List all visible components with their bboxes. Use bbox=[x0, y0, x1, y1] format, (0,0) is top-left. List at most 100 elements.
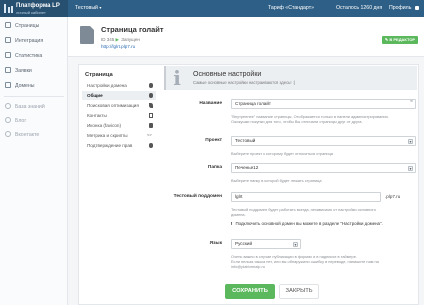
code-icon: <> bbox=[147, 132, 152, 137]
subdomain-label: Тестовый поддомен bbox=[173, 194, 222, 199]
rocket-icon bbox=[148, 103, 153, 108]
sidebar-item-domains[interactable]: Домены bbox=[0, 79, 68, 92]
menu-item-label: Контакты bbox=[87, 113, 107, 118]
brand-name: Платформа LP bbox=[16, 3, 60, 9]
brand[interactable]: Платформа LP личный кабинет bbox=[0, 0, 68, 17]
page-header: Страница голайт ID 345 ▶ Запущен http://… bbox=[68, 17, 424, 57]
language-help: Очень важно в случае публикации в формах… bbox=[231, 254, 379, 269]
page-url-link[interactable]: http://lglrt.plp7.ru bbox=[101, 44, 135, 49]
status-badge: Запущен bbox=[121, 37, 140, 42]
menu-item-general[interactable]: Общие bbox=[82, 91, 156, 100]
menu-item-seo[interactable]: Поисковая оптимизация bbox=[82, 101, 156, 110]
help-line: Ожокушки покупки для того, чтобы Вы отли… bbox=[231, 119, 363, 124]
chevron-down-icon: ▾ bbox=[408, 139, 413, 144]
integration-icon bbox=[5, 37, 11, 43]
help-line: Выберите проект к которому будет относит… bbox=[231, 151, 333, 156]
dot-icon bbox=[148, 143, 153, 148]
chevron-down-icon: ▾ bbox=[293, 242, 298, 247]
mail-icon bbox=[148, 113, 153, 118]
info-icon: i bbox=[173, 66, 181, 90]
menu-item-label: Метрика и скрипты bbox=[87, 133, 128, 138]
brand-subtitle: личный кабинет bbox=[16, 10, 46, 15]
section-header: i Основные настройки Самые основные наст… bbox=[164, 66, 417, 90]
folder-label: Папка bbox=[207, 165, 222, 170]
domains-icon bbox=[5, 82, 11, 88]
open-editor-button[interactable]: ✎ В РЕДАКТОР bbox=[382, 36, 418, 44]
close-button[interactable]: ЗАКРЫТЬ bbox=[279, 284, 319, 299]
vk-icon bbox=[5, 131, 11, 137]
project-value: Тестовый bbox=[235, 138, 256, 143]
help-line: info@platformalp.ru bbox=[231, 264, 266, 269]
menu-item-favicon[interactable]: Иконка (favicon) bbox=[82, 121, 156, 130]
menu-item-ownership[interactable]: Подтверждение прав bbox=[82, 141, 156, 150]
folder-help: Выберите папку в которой будет лежать ст… bbox=[231, 178, 322, 183]
menu-item-metrics[interactable]: Метрика и скрипты <> bbox=[82, 131, 156, 140]
sidebar-item-label: Статистика bbox=[15, 52, 43, 59]
settings-card: Страница Настройки домена Общие Поискова… bbox=[78, 64, 419, 305]
subdomain-help: Тестовый поддомен будет работать всегда,… bbox=[231, 207, 376, 217]
page-meta: ID 345 ▶ Запущен bbox=[101, 37, 140, 43]
sidebar-item-pages[interactable]: Страницы bbox=[0, 19, 68, 32]
language-value: Русский bbox=[235, 241, 253, 246]
subdomain-suffix: .plp7.ru bbox=[385, 194, 401, 199]
editor-button-label: В РЕДАКТОР bbox=[389, 37, 416, 42]
sidebar-item-integration[interactable]: Интеграция bbox=[0, 34, 68, 47]
orders-icon bbox=[5, 67, 11, 73]
domain-note-text: Подключить основной домен вы можете в ра… bbox=[235, 221, 383, 226]
sidebar-item-label: База знаний bbox=[15, 103, 45, 110]
gear-icon bbox=[148, 93, 153, 98]
sidebar-divider bbox=[4, 96, 64, 97]
menu-item-contacts[interactable]: Контакты bbox=[82, 111, 156, 120]
blog-icon bbox=[5, 117, 11, 123]
required-marker bbox=[410, 99, 413, 102]
help-line: Тестовый поддомен будет работать всегда,… bbox=[231, 207, 376, 212]
menu-item-label: Общие bbox=[87, 93, 103, 98]
profile-icon bbox=[414, 5, 419, 10]
globe-icon bbox=[148, 83, 153, 88]
account-switcher[interactable]: Тестовый ▾ bbox=[75, 5, 101, 11]
help-line: домена. bbox=[231, 212, 246, 217]
sidebar-item-orders[interactable]: Заявки bbox=[0, 64, 68, 77]
menu-item-domain[interactable]: Настройки домена bbox=[82, 81, 156, 90]
logo-icon bbox=[4, 4, 13, 13]
sidebar-item-stats[interactable]: Статистика bbox=[0, 49, 68, 62]
name-input[interactable]: Страница голайт bbox=[231, 99, 416, 109]
sidebar-item-knowledge[interactable]: База знаний bbox=[0, 100, 68, 113]
help-line: Выберите папку в которой будет лежать ст… bbox=[231, 178, 322, 183]
domain-note: ! Подключить основной домен вы можете в р… bbox=[231, 221, 383, 226]
language-select[interactable]: Русский ▾ bbox=[231, 239, 301, 249]
stats-icon bbox=[5, 52, 11, 58]
sidebar: Страницы Интеграция Статистика Заявки До… bbox=[0, 17, 68, 305]
sidebar-item-blog[interactable]: Блог bbox=[0, 114, 68, 127]
folder-select[interactable]: Печенье12 ▾ bbox=[231, 163, 416, 173]
page-title: Страница голайт bbox=[101, 25, 164, 34]
folder-value: Печенье12 bbox=[235, 165, 259, 170]
sidebar-item-label: Вконтакте bbox=[15, 131, 40, 138]
subdomain-input[interactable]: lglrt bbox=[231, 192, 381, 202]
pencil-icon: ✎ bbox=[384, 37, 389, 42]
top-bar: Платформа LP личный кабинет Тестовый ▾ Т… bbox=[0, 0, 424, 17]
sidebar-item-vk[interactable]: Вконтакте bbox=[0, 128, 68, 141]
page-icon bbox=[80, 26, 94, 44]
project-select[interactable]: Тестовый ▾ bbox=[231, 136, 416, 146]
menu-item-label: Подтверждение прав bbox=[87, 143, 133, 148]
language-label: Язык bbox=[209, 241, 222, 246]
menu-item-label: Поисковая оптимизация bbox=[87, 103, 139, 108]
profile-link[interactable]: Профиль bbox=[389, 5, 419, 11]
exclamation-icon: ! bbox=[231, 221, 233, 226]
name-label: Название bbox=[199, 101, 222, 106]
sidebar-item-label: Заявки bbox=[15, 67, 32, 74]
sidebar-item-label: Страницы bbox=[15, 22, 40, 29]
page-id: ID 345 bbox=[101, 37, 115, 42]
sidebar-item-label: Интеграция bbox=[15, 37, 44, 44]
sidebar-item-label: Домены bbox=[15, 82, 35, 89]
name-help: "Внутреннее" название страницы. Отобража… bbox=[231, 114, 389, 124]
save-button[interactable]: СОХРАНИТЬ bbox=[225, 284, 275, 299]
play-icon: ▶ bbox=[115, 37, 119, 42]
pages-icon bbox=[5, 22, 11, 28]
chevron-down-icon: ▾ bbox=[408, 166, 413, 171]
days-left: Осталось 1260 дня bbox=[336, 5, 383, 11]
tariff-link[interactable]: Тариф «Стандарт» bbox=[268, 5, 314, 11]
menu-title: Страница bbox=[85, 72, 113, 78]
check-icon bbox=[148, 123, 153, 128]
